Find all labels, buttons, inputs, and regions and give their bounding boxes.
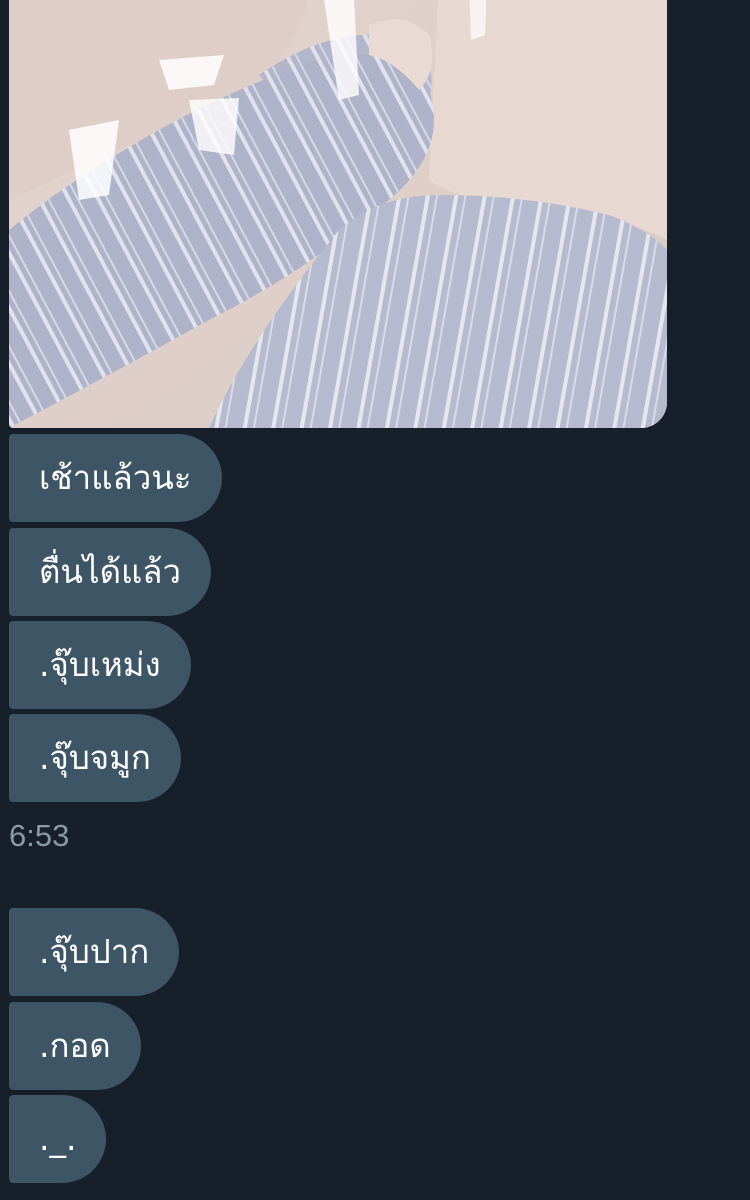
conversation-view: เช้าแล้วนะ ตื่นได้แล้ว .จุ๊บเหม่ง .จุ๊บจ… <box>0 0 750 1200</box>
message-bubble[interactable]: .จุ๊บจมูก <box>9 714 181 802</box>
message-bubble[interactable]: ตื่นได้แล้ว <box>9 528 212 616</box>
message-bubble[interactable]: .จุ๊บเหม่ง <box>9 621 191 709</box>
message-bubble[interactable]: .จุ๊บปาก <box>9 908 180 996</box>
message-text: เช้าแล้วนะ <box>39 458 192 497</box>
message-text: ._. <box>39 1119 77 1158</box>
photo-message[interactable] <box>9 0 667 428</box>
message-text: .จุ๊บปาก <box>39 932 150 971</box>
message-timestamp: 6:53 <box>9 818 70 853</box>
message-text: .จุ๊บเหม่ง <box>39 645 161 684</box>
message-text: .กอด <box>39 1026 111 1065</box>
message-bubble[interactable]: .กอด <box>9 1002 141 1090</box>
message-bubble[interactable]: เช้าแล้วนะ <box>9 434 222 522</box>
photo-image <box>9 0 667 428</box>
message-text: .จุ๊บจมูก <box>39 738 151 777</box>
message-bubble[interactable]: ._. <box>9 1095 107 1183</box>
message-text: ตื่นได้แล้ว <box>39 552 182 591</box>
